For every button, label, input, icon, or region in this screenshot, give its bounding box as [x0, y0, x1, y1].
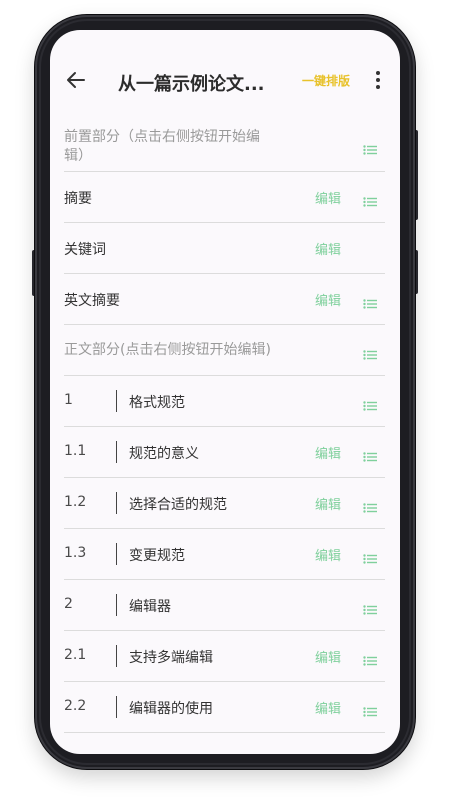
edit-button[interactable]: 编辑: [315, 698, 341, 717]
outline-heading: 编辑器的使用: [129, 701, 213, 717]
outline-number: 1: [64, 392, 73, 408]
app-bar: 从一篇示例论文... 一键排版: [50, 58, 400, 102]
item-label: 关键词: [64, 242, 106, 258]
outline-heading: 选择合适的规范: [129, 497, 227, 513]
outline-heading: 支持多端编辑: [129, 650, 213, 666]
list-icon[interactable]: [363, 498, 377, 513]
list-icon[interactable]: [363, 396, 377, 411]
edit-button[interactable]: 编辑: [315, 443, 341, 462]
edit-button[interactable]: 编辑: [315, 545, 341, 564]
edit-button[interactable]: 编辑: [315, 188, 341, 207]
list-item[interactable]: 关键词 编辑: [64, 223, 385, 274]
screen: 从一篇示例论文... 一键排版 前置部分（点击右侧按钮开始编辑） 摘要 编辑 关键词编…: [50, 30, 400, 754]
edit-button[interactable]: 编辑: [315, 494, 341, 513]
divider: [116, 390, 117, 412]
outline-list: 前置部分（点击右侧按钮开始编辑） 摘要 编辑 关键词 编辑 英文摘要 编辑 正文部分(点击右侧…: [64, 120, 385, 733]
outline-row[interactable]: 1.2 选择合适的规范 编辑: [64, 478, 385, 529]
outline-heading: 变更规范: [129, 548, 185, 564]
status-bar: [50, 30, 400, 58]
outline-number: 1.2: [64, 494, 87, 510]
page-title: 从一篇示例论文...: [118, 74, 265, 95]
outline-row[interactable]: 2.2 编辑器的使用 编辑: [64, 682, 385, 733]
divider: [116, 594, 117, 616]
outline-heading: 编辑器: [129, 599, 171, 615]
list-icon[interactable]: [363, 600, 377, 615]
arrow-left-icon: [67, 72, 85, 88]
section-row[interactable]: 前置部分（点击右侧按钮开始编辑）: [64, 120, 385, 172]
list-item[interactable]: 摘要 编辑: [64, 172, 385, 223]
list-icon[interactable]: [363, 702, 377, 717]
outline-number: 2.2: [64, 698, 87, 714]
list-icon[interactable]: [363, 192, 377, 207]
section-label: 前置部分（点击右侧按钮开始编辑）: [64, 129, 260, 164]
divider: [116, 441, 117, 463]
outline-row[interactable]: 1 格式规范: [64, 376, 385, 427]
divider: [116, 696, 117, 718]
list-icon[interactable]: [363, 140, 377, 155]
outline-number: 1.3: [64, 545, 87, 561]
outline-number: 1.1: [64, 443, 87, 459]
outline-heading: 规范的意义: [129, 446, 199, 462]
outline-number: 2.1: [64, 647, 87, 663]
section-label: 正文部分(点击右侧按钮开始编辑): [64, 342, 271, 358]
outline-row[interactable]: 1.1 规范的意义 编辑: [64, 427, 385, 478]
back-button[interactable]: [64, 68, 88, 92]
divider: [116, 543, 117, 565]
edit-button[interactable]: 编辑: [315, 290, 341, 309]
item-label: 英文摘要: [64, 293, 120, 309]
item-label: 摘要: [64, 191, 92, 207]
edit-button[interactable]: 编辑: [315, 239, 341, 258]
outline-heading: 格式规范: [129, 395, 185, 411]
more-vertical-icon[interactable]: [370, 68, 386, 92]
list-icon[interactable]: [363, 549, 377, 564]
list-icon[interactable]: [363, 651, 377, 666]
outline-row[interactable]: 2 编辑器: [64, 580, 385, 631]
divider: [116, 492, 117, 514]
divider: [116, 645, 117, 667]
one-click-format-button[interactable]: 一键排版: [302, 72, 350, 89]
edit-button[interactable]: 编辑: [315, 647, 341, 666]
outline-row[interactable]: 1.3 变更规范 编辑: [64, 529, 385, 580]
section-row[interactable]: 正文部分(点击右侧按钮开始编辑): [64, 325, 385, 376]
list-icon[interactable]: [363, 345, 377, 360]
list-icon[interactable]: [363, 294, 377, 309]
outline-number: 2: [64, 596, 73, 612]
list-item[interactable]: 英文摘要 编辑: [64, 274, 385, 325]
list-icon[interactable]: [363, 447, 377, 462]
outline-row[interactable]: 2.1 支持多端编辑 编辑: [64, 631, 385, 682]
